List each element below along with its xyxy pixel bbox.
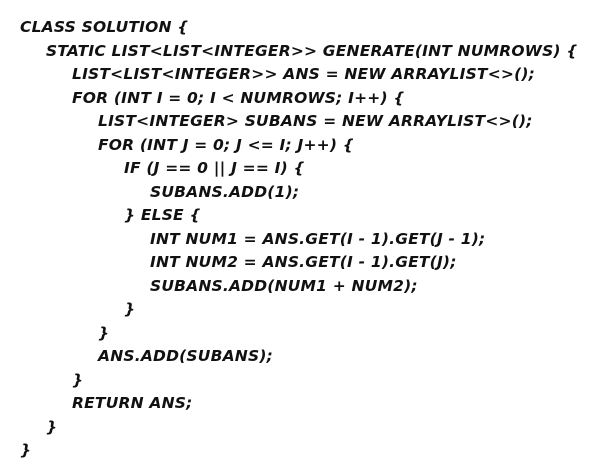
code-line: FOR (INT J = 0; J <= I; J++) {: [98, 135, 354, 154]
code-line: INT NUM1 = ANS.GET(I - 1).GET(J - 1);: [150, 229, 486, 248]
code-line: CLASS SOLUTION {: [20, 18, 189, 36]
code-line: LIST<INTEGER> SUBANS = NEW ARRAYLIST<>()…: [98, 112, 533, 130]
code-line: }: [72, 370, 84, 389]
code-line: STATIC LIST<LIST<INTEGER>> GENERATE(INT …: [46, 41, 578, 60]
code-line: }: [124, 300, 136, 318]
code-line: RETURN ANS;: [72, 394, 193, 412]
code-line: }: [20, 441, 32, 459]
code-block: CLASS SOLUTION { STATIC LIST<LIST<INTEGE…: [20, 16, 610, 463]
code-line: SUBANS.ADD(NUM1 + NUM2);: [150, 276, 418, 295]
code-line: IF (J == 0 || J == I) {: [124, 159, 305, 177]
code-line: SUBANS.ADD(1);: [150, 182, 300, 201]
code-line: }: [46, 417, 58, 436]
code-line: FOR (INT I = 0; I < NUMROWS; I++) {: [72, 88, 405, 107]
code-line: LIST<LIST<INTEGER>> ANS = NEW ARRAYLIST<…: [72, 65, 536, 83]
code-line: }: [98, 323, 110, 342]
code-line: } ELSE {: [124, 206, 201, 224]
code-line: ANS.ADD(SUBANS);: [98, 347, 274, 365]
code-line: INT NUM2 = ANS.GET(I - 1).GET(J);: [150, 253, 457, 271]
